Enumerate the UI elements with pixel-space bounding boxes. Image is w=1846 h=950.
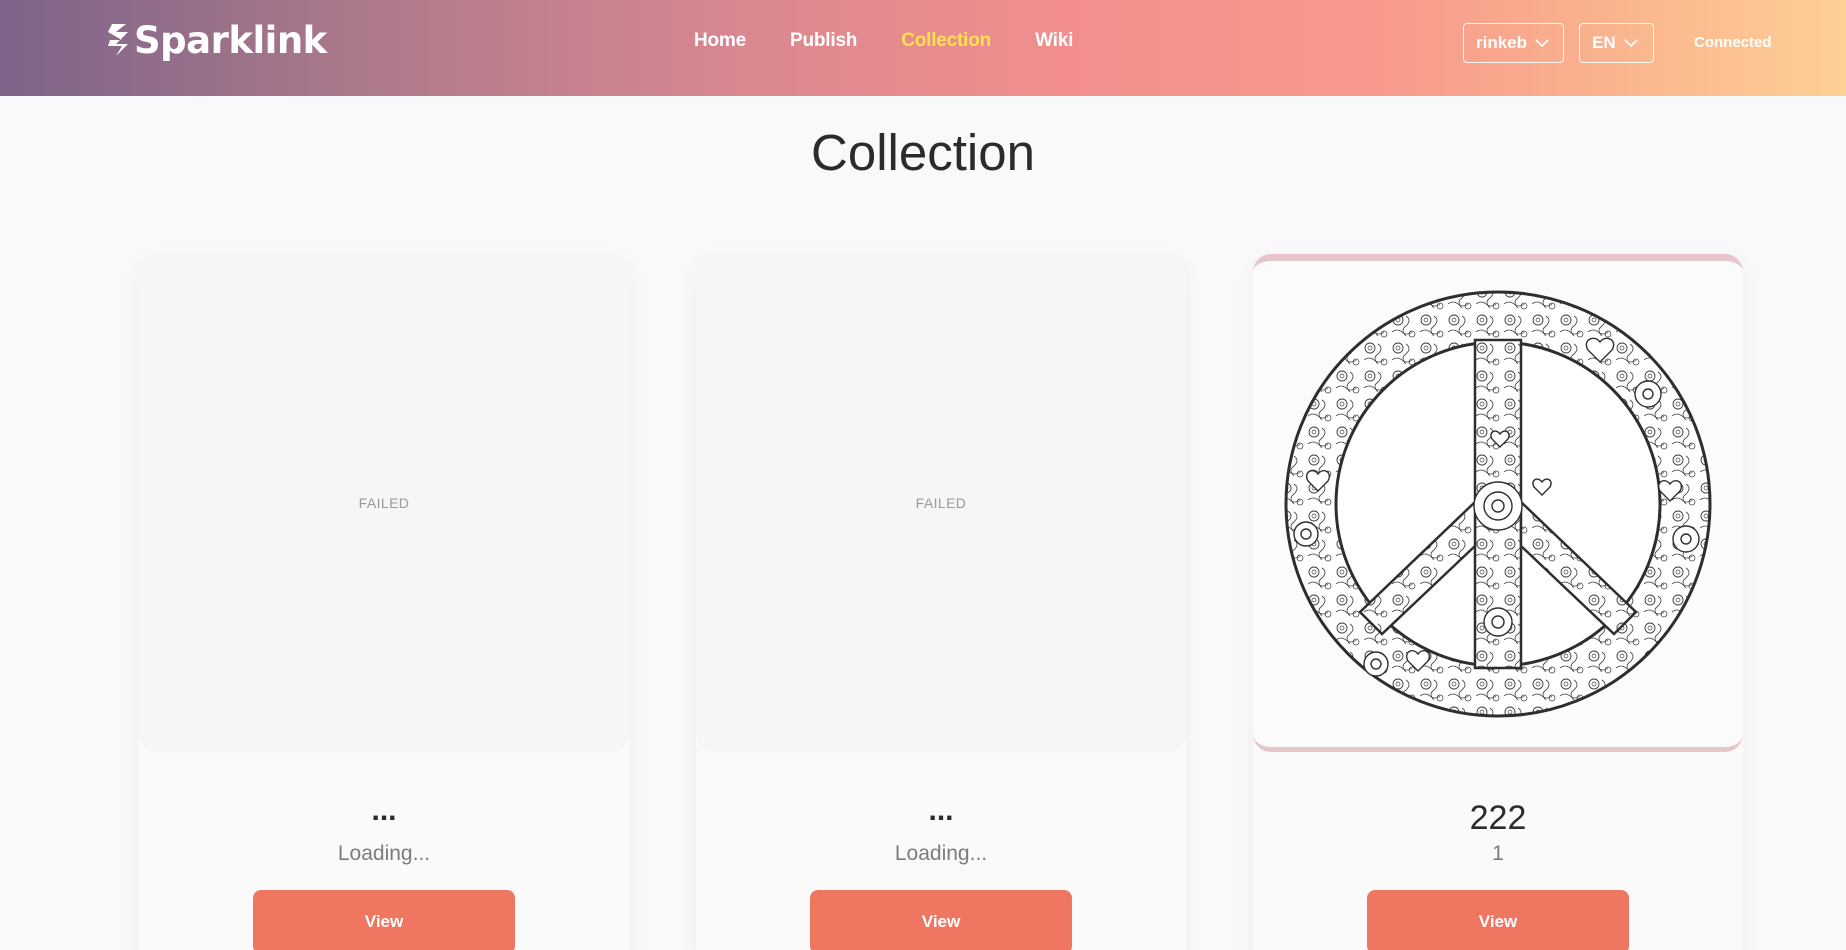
collection-card: FAILED ... Loading... View [696, 254, 1186, 950]
sparklink-logo[interactable]: Sparklink [106, 18, 327, 62]
nav-home[interactable]: Home [694, 30, 746, 52]
network-select[interactable]: rinkeb [1463, 23, 1564, 63]
nav-collection[interactable]: Collection [901, 30, 991, 52]
nav-publish[interactable]: Publish [790, 30, 857, 52]
view-button[interactable]: View [253, 890, 515, 950]
card-meta: Loading... [894, 842, 988, 865]
card-image-placeholder: FAILED [696, 254, 1186, 752]
network-select-value: rinkeb [1476, 33, 1528, 52]
image-failed-label: FAILED [358, 495, 410, 511]
peace-sign-mandala-image [1284, 290, 1712, 718]
page-title: Collection [811, 124, 1035, 181]
language-select[interactable]: EN [1579, 23, 1654, 63]
card-title: 222 [1469, 799, 1527, 837]
nav-wiki[interactable]: Wiki [1035, 30, 1073, 52]
card-image-placeholder: FAILED [139, 254, 629, 752]
card-image[interactable] [1253, 254, 1743, 752]
view-button[interactable]: View [1367, 890, 1629, 950]
collection-card: FAILED ... Loading... View [139, 254, 629, 950]
card-meta: 1 [1492, 842, 1504, 865]
top-header: Sparklink Home Publish Collection Wiki r… [0, 0, 1846, 96]
wallet-status[interactable]: Connected [1694, 34, 1772, 51]
card-title: ... [371, 794, 397, 827]
collection-card: 222 1 View [1253, 254, 1743, 950]
main-nav: Home Publish Collection Wiki [694, 30, 1117, 52]
chevron-down-icon [1624, 39, 1638, 48]
image-failed-label: FAILED [915, 495, 967, 511]
sparklink-logo-icon [108, 24, 128, 56]
card-meta: Loading... [337, 842, 431, 865]
view-button[interactable]: View [810, 890, 1072, 950]
chevron-down-icon [1535, 39, 1549, 48]
brand-name: Sparklink [134, 18, 327, 62]
language-select-value: EN [1592, 33, 1616, 52]
card-title: ... [928, 794, 954, 827]
